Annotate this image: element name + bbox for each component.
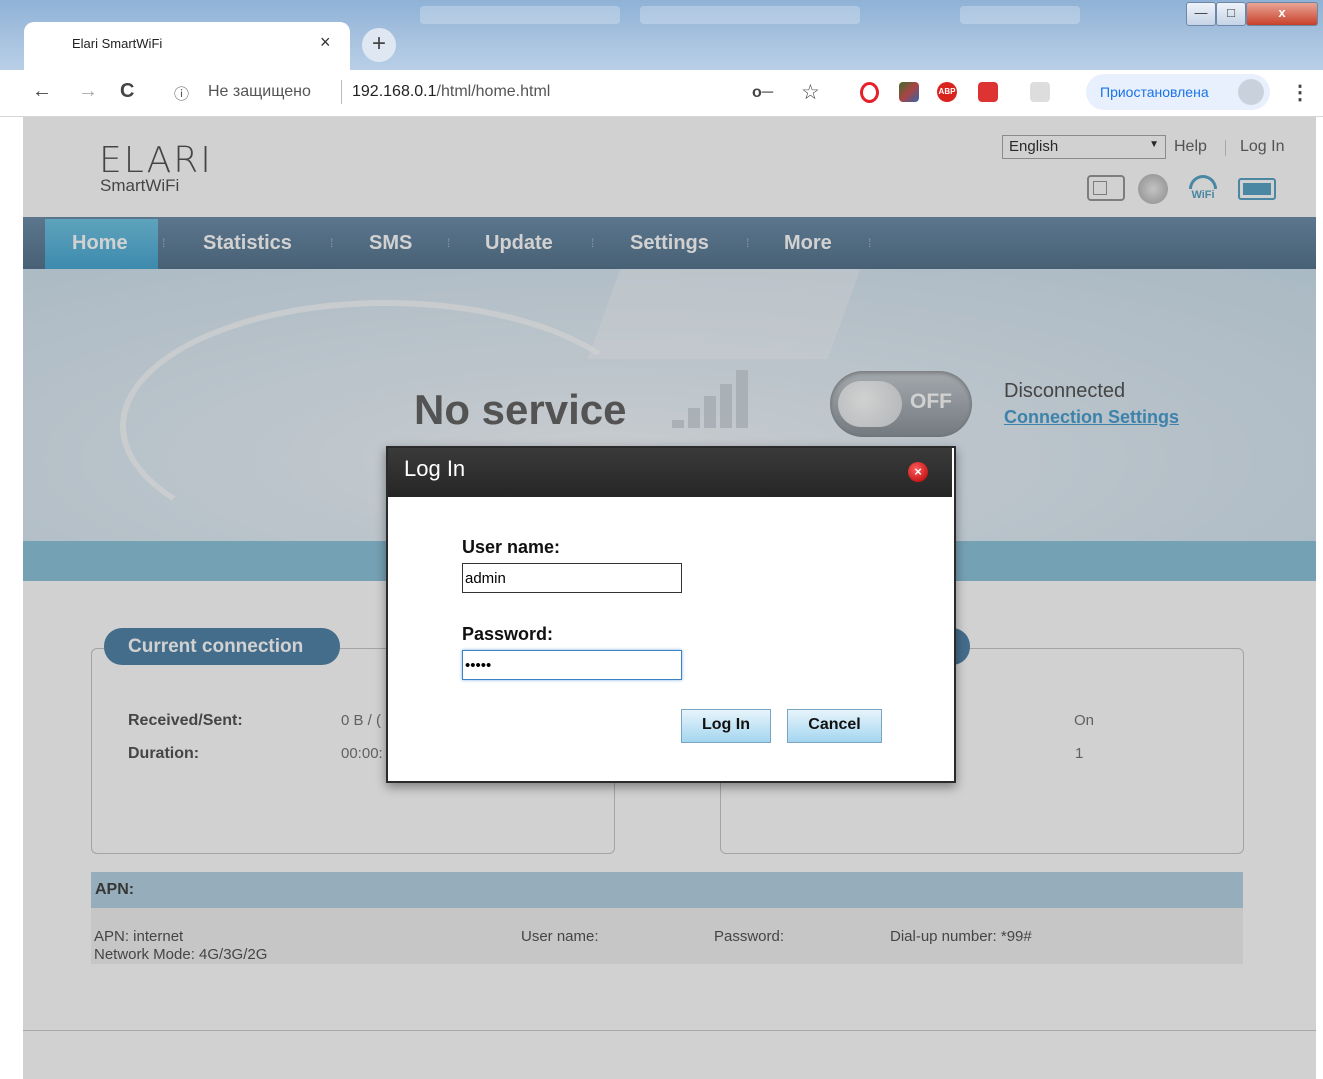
reload-icon[interactable]: C — [120, 80, 134, 103]
dialog-header — [388, 448, 952, 497]
close-icon[interactable]: × — [908, 462, 928, 482]
tab-title: Elari SmartWiFi — [72, 36, 163, 51]
window-close-button[interactable]: x — [1246, 2, 1318, 26]
browser-menu-icon[interactable]: ⋮ — [1290, 80, 1310, 105]
minimize-button[interactable]: — — [1186, 2, 1216, 26]
page-margin — [0, 117, 23, 1079]
address-bar-url[interactable]: 192.168.0.1/html/home.html — [352, 83, 550, 101]
extension-icon[interactable] — [899, 82, 919, 102]
login-button[interactable]: Log In — [681, 709, 771, 743]
pdf-extension-icon[interactable] — [1030, 82, 1050, 102]
key-icon[interactable]: o─ — [752, 84, 773, 102]
url-host: 192.168.0.1 — [352, 83, 437, 100]
insecure-label[interactable]: Не защищено — [208, 83, 311, 101]
extension-badge-icon[interactable] — [978, 82, 998, 102]
adblock-icon[interactable]: ABP — [937, 82, 957, 102]
site-info-icon[interactable]: ⓘ — [174, 83, 189, 104]
tab-close-icon[interactable]: × — [320, 32, 331, 53]
back-icon[interactable]: ← — [32, 80, 52, 103]
page-margin — [1316, 117, 1323, 1079]
cancel-button[interactable]: Cancel — [787, 709, 882, 743]
star-icon[interactable]: ☆ — [801, 80, 820, 105]
profile-paused-label: Приостановлена — [1100, 84, 1209, 100]
dialog-title: Log In — [404, 456, 466, 481]
username-label: User name: — [462, 537, 561, 557]
url-path: /html/home.html — [436, 83, 551, 100]
password-input[interactable] — [462, 650, 682, 680]
address-divider — [341, 80, 342, 104]
blurred-tab — [420, 6, 620, 24]
forward-icon[interactable]: → — [78, 80, 98, 103]
avatar — [1238, 79, 1264, 105]
password-label: Password: — [462, 624, 554, 644]
username-input[interactable] — [462, 563, 682, 593]
opera-extension-icon[interactable] — [860, 82, 879, 103]
new-tab-button[interactable]: + — [362, 28, 396, 62]
blurred-tab — [640, 6, 860, 24]
blurred-tab — [960, 6, 1080, 24]
maximize-button[interactable]: □ — [1216, 2, 1246, 26]
